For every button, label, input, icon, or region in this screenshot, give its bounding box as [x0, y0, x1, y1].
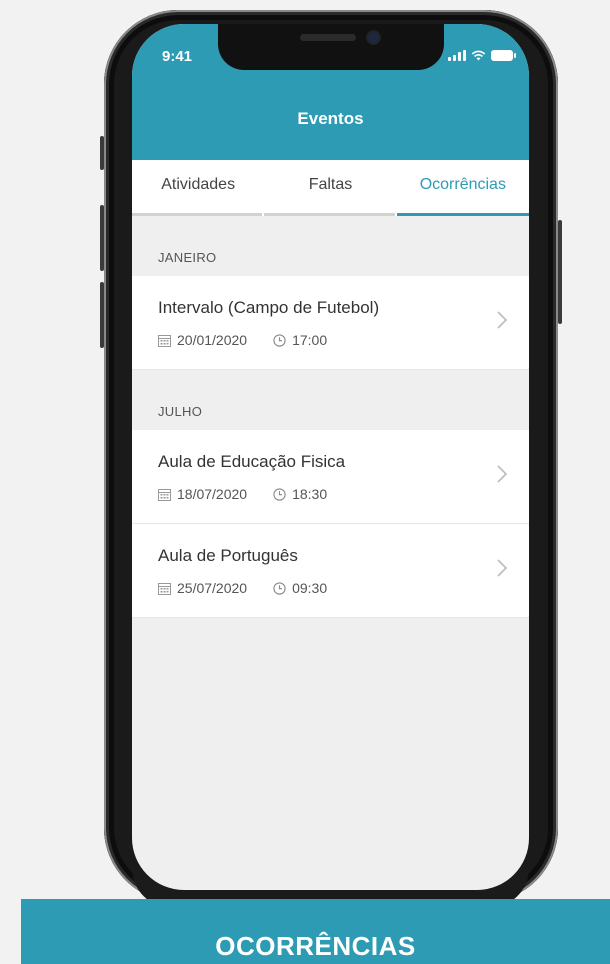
section-header-julho: JULHO: [158, 404, 203, 419]
status-time: 9:41: [162, 48, 193, 65]
clock-icon: [273, 333, 286, 347]
list-item[interactable]: Aula de Português 25/07/2020 09:30: [132, 524, 529, 618]
event-time: 18:30: [292, 486, 328, 502]
tab-ocorrencias[interactable]: Ocorrências: [396, 160, 529, 216]
event-title: Aula de Educação Fisica: [158, 452, 346, 471]
calendar-icon: [158, 334, 171, 347]
event-title: Intervalo (Campo de Futebol): [158, 298, 380, 317]
volume-up-button: [100, 205, 104, 271]
event-meta: 18/07/2020 18:30: [158, 486, 327, 502]
tab-bar: Atividades Faltas Ocorrências: [132, 160, 529, 216]
event-date: 20/01/2020: [177, 332, 248, 348]
chevron-right-icon: [497, 311, 508, 329]
banner-label: OCORRÊNCIAS: [215, 931, 416, 961]
chevron-right-icon: [497, 465, 508, 483]
tab-atividades[interactable]: Atividades: [132, 160, 264, 216]
list-item[interactable]: Intervalo (Campo de Futebol) 20/01/2020 …: [132, 276, 529, 370]
volume-down-button: [100, 282, 104, 348]
clock-icon: [273, 581, 286, 595]
event-meta: 25/07/2020 09:30: [158, 580, 327, 596]
event-title: Aula de Português: [158, 546, 298, 565]
phone-screen: 9:41 Eventos Atividades Faltas Ocorrênci…: [132, 24, 529, 890]
section-header-janeiro: JANEIRO: [158, 250, 217, 265]
event-date: 25/07/2020: [177, 580, 248, 596]
chevron-right-icon: [497, 559, 508, 577]
power-button: [558, 220, 562, 324]
bottom-banner: OCORRÊNCIAS: [21, 899, 610, 964]
list-item[interactable]: Aula de Educação Fisica 18/07/2020 18:30: [132, 430, 529, 524]
tab-faltas[interactable]: Faltas: [264, 160, 396, 216]
mute-switch: [100, 136, 104, 170]
event-meta: 20/01/2020 17:00: [158, 332, 327, 348]
event-time: 17:00: [292, 332, 328, 348]
front-camera: [368, 32, 379, 43]
event-time: 09:30: [292, 580, 328, 596]
wifi-icon: [471, 50, 486, 61]
event-date: 18/07/2020: [177, 486, 248, 502]
page-title: Eventos: [297, 109, 364, 128]
status-icons: [448, 50, 516, 61]
notch: [218, 24, 444, 70]
calendar-icon: [158, 488, 171, 501]
calendar-icon: [158, 582, 171, 595]
clock-icon: [273, 487, 286, 501]
battery-icon: [491, 50, 516, 61]
signal-icon: [448, 50, 466, 61]
speaker: [300, 34, 356, 41]
